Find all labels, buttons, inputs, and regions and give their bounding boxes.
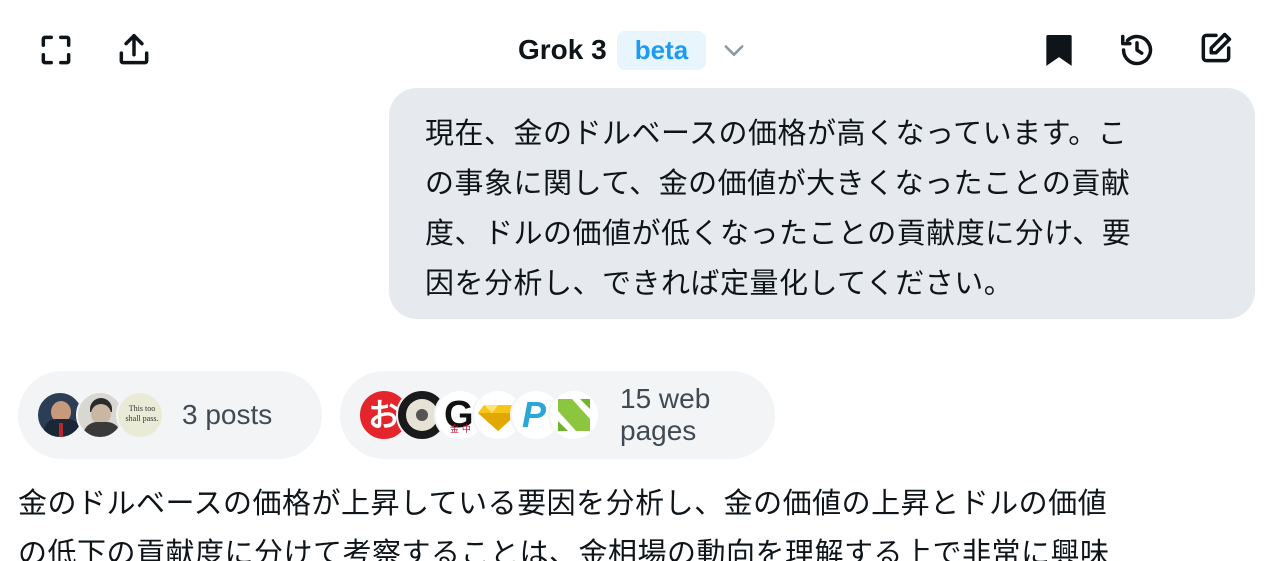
- answer-line: の低下の貢献度に分けて考察することは、金相場の動向を理解する上で非常に興味: [18, 536, 1110, 561]
- post-avatars: This too shall pass.: [36, 391, 164, 439]
- grok-chat-page: Grok 3 beta 現在、金のドルベースの価格が高くなっています。こ の事象…: [0, 0, 1280, 561]
- answer-line: 金のドルベースの価格が上昇している要因を分析し、金の価値の上昇とドルの価値: [18, 486, 1108, 520]
- user-message-line: 現在、金のドルベースの価格が高くなっています。こ: [425, 116, 1128, 150]
- history-icon[interactable]: [1117, 30, 1157, 70]
- assistant-answer: 金のドルベースの価格が上昇している要因を分析し、金の価値の上昇とドルの価値 の低…: [18, 478, 1258, 561]
- user-message-line: 度、ドルの価値が低くなったことの貢献度に分け、要: [425, 216, 1132, 250]
- posts-count-label: 3 posts: [182, 399, 273, 430]
- top-bar: Grok 3 beta: [0, 0, 1280, 100]
- posts-sources-chip[interactable]: This too shall pass. 3 posts: [18, 371, 322, 459]
- chevron-down-icon[interactable]: [720, 36, 748, 64]
- avatar-text: This too shall pass.: [125, 404, 159, 423]
- bookmark-icon[interactable]: [1039, 30, 1079, 70]
- model-selector[interactable]: Grok 3 beta: [518, 28, 748, 72]
- web-favicons: お G 金 中 P: [358, 389, 600, 441]
- user-message-bubble: 現在、金のドルベースの価格が高くなっています。こ の事象に関して、金の価値が大き…: [389, 88, 1255, 319]
- favicon: [548, 389, 600, 441]
- compose-icon[interactable]: [1196, 28, 1236, 68]
- web-sources-chip[interactable]: お G 金 中 P 15 web pages: [340, 371, 775, 459]
- web-pages-count-label: 15 web pages: [620, 383, 711, 446]
- share-icon[interactable]: [114, 30, 154, 70]
- model-title: Grok 3: [518, 34, 607, 65]
- expand-icon[interactable]: [36, 30, 76, 70]
- avatar: This too shall pass.: [116, 391, 164, 439]
- user-message-line: の事象に関して、金の価値が大きくなったことの貢献: [425, 166, 1131, 200]
- beta-badge: beta: [616, 30, 707, 70]
- user-message-line: 因を分析し、できれば定量化してください。: [425, 266, 1014, 300]
